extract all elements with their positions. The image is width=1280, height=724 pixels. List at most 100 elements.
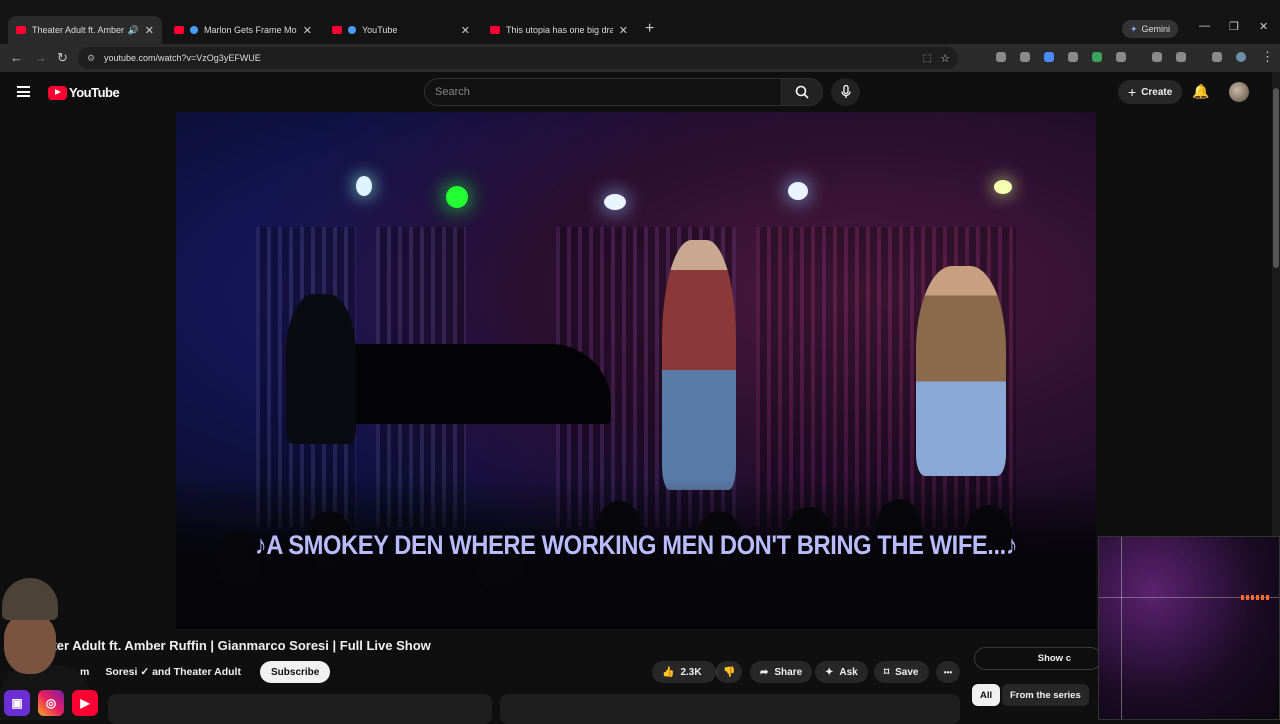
- close-icon[interactable]: ✕: [303, 24, 312, 37]
- show-chat-button[interactable]: Show c: [974, 647, 1102, 670]
- like-button[interactable]: 👍 2.3K: [652, 661, 716, 683]
- dislike-button[interactable]: 👎: [716, 661, 742, 683]
- share-arrow-icon: ➦: [760, 666, 769, 678]
- youtube-icon: [490, 26, 500, 34]
- tab-theater-adult[interactable]: Theater Adult ft. Amber Ru 🔊 ✕: [8, 16, 162, 44]
- youtube-play-icon: [48, 85, 67, 100]
- channel-names[interactable]: Soresi ✓ and Theater Adult: [105, 666, 241, 678]
- ask-label: Ask: [839, 666, 858, 678]
- save-button[interactable]: ⌑ Save: [874, 661, 929, 683]
- more-actions-button[interactable]: •••: [936, 661, 960, 683]
- stage-light: [788, 182, 808, 200]
- stage-light: [446, 186, 468, 208]
- twitch-icon: ▣: [4, 690, 30, 716]
- tab-search-icon[interactable]: [1212, 52, 1222, 62]
- minimize-icon[interactable]: —: [1199, 20, 1210, 32]
- profile-icon[interactable]: [1236, 52, 1246, 62]
- side-panel-icon[interactable]: [1176, 52, 1186, 62]
- browser-tab-bar: Theater Adult ft. Amber Ru 🔊 ✕ Marlon Ge…: [0, 0, 1280, 44]
- browser-menu-icon[interactable]: ⋮: [1261, 49, 1274, 65]
- share-button[interactable]: ➦ Share: [750, 661, 813, 683]
- tab-utopia[interactable]: This utopia has one big drawba ✕: [482, 16, 636, 44]
- audio-indicator-icon: [190, 26, 198, 34]
- tab-youtube[interactable]: YouTube ✕: [324, 16, 478, 44]
- streamer-beanie: [2, 578, 58, 620]
- youtube-icon: [174, 26, 184, 34]
- stage-light: [356, 176, 372, 196]
- seated-performer: [916, 266, 1006, 476]
- gemini-label: Gemini: [1141, 24, 1171, 34]
- youtube-icon: [332, 26, 342, 34]
- microphone-icon: [840, 85, 851, 98]
- pianist: [286, 294, 356, 444]
- thumbs-up-icon: 👍: [662, 666, 675, 678]
- create-button[interactable]: + Create: [1118, 80, 1183, 104]
- tab-title: Theater Adult ft. Amber Ru: [32, 25, 124, 35]
- logo-text: YouTube: [69, 85, 120, 100]
- gemini-icon: ✦: [1130, 23, 1138, 34]
- plus-icon: +: [1128, 84, 1137, 100]
- subscribe-button[interactable]: Subscribe: [260, 661, 331, 683]
- speaker-icon[interactable]: 🔊: [128, 25, 139, 36]
- close-icon[interactable]: ✕: [619, 24, 628, 37]
- tab-title: This utopia has one big drawba: [506, 25, 613, 35]
- ask-button[interactable]: ✦ Ask: [815, 661, 868, 683]
- window-close-icon[interactable]: ✕: [1259, 20, 1268, 33]
- extension-icon[interactable]: [996, 52, 1006, 62]
- close-icon[interactable]: ✕: [461, 24, 470, 37]
- video-player[interactable]: ♪A SMOKEY DEN WHERE WORKING MEN DON'T BR…: [176, 112, 1096, 629]
- tab-marlon[interactable]: Marlon Gets Frame Mogge ✕: [166, 16, 320, 44]
- reload-icon[interactable]: ↻: [57, 50, 68, 66]
- extension-icon[interactable]: [1020, 52, 1030, 62]
- chip-all[interactable]: All: [972, 684, 1001, 706]
- url-text: youtube.com/watch?v=VzOg3yEFWUE: [104, 53, 261, 63]
- bookmark-star-icon[interactable]: ☆: [940, 52, 950, 65]
- search-input[interactable]: Search: [424, 78, 782, 106]
- site-info-icon[interactable]: ⚙: [87, 53, 95, 64]
- streamer-face: [4, 614, 56, 674]
- grand-piano: [351, 344, 611, 424]
- share-label: Share: [774, 666, 803, 678]
- chip-from-the-series[interactable]: From the series: [1002, 684, 1089, 706]
- voice-search-button[interactable]: [831, 78, 860, 106]
- notifications-bell-icon[interactable]: 🔔: [1192, 83, 1209, 100]
- avatar[interactable]: [1229, 82, 1249, 102]
- youtube-social-icon: ▶: [72, 690, 98, 716]
- extension-icon[interactable]: [1044, 52, 1054, 62]
- bookmarks-icon[interactable]: [1152, 52, 1162, 62]
- singer: [662, 240, 736, 490]
- install-icon[interactable]: ⬚: [923, 53, 932, 64]
- stream-webcam-overlay: [1098, 536, 1280, 720]
- url-field[interactable]: ⚙ youtube.com/watch?v=VzOg3yEFWUE ⬚ ☆: [78, 47, 958, 69]
- address-toolbar: ← → ↻ ⚙ youtube.com/watch?v=VzOg3yEFWUE …: [0, 44, 1280, 72]
- scrollbar-thumb[interactable]: [1273, 88, 1279, 268]
- sparkle-icon: ✦: [825, 666, 834, 678]
- youtube-icon: [16, 26, 26, 34]
- stage-light: [994, 180, 1012, 194]
- new-tab-icon[interactable]: +: [645, 20, 654, 38]
- audio-indicator-icon: [348, 26, 356, 34]
- hamburger-menu-icon[interactable]: [17, 86, 30, 97]
- tab-title: Marlon Gets Frame Mogge: [204, 25, 297, 35]
- forward-icon[interactable]: →: [34, 50, 47, 65]
- video-caption: ♪A SMOKEY DEN WHERE WORKING MEN DON'T BR…: [254, 530, 1018, 560]
- youtube-logo[interactable]: YouTube: [48, 85, 120, 100]
- more-dots-icon: •••: [943, 667, 953, 677]
- extension-icon[interactable]: [1092, 52, 1102, 62]
- tab-title: YouTube: [362, 25, 398, 35]
- restore-icon[interactable]: ❐: [1229, 20, 1239, 33]
- save-label: Save: [895, 666, 919, 678]
- search-button[interactable]: [781, 78, 823, 106]
- extension-icon[interactable]: [1068, 52, 1078, 62]
- gemini-button[interactable]: ✦ Gemini: [1122, 20, 1179, 38]
- led-light-strip: [1241, 595, 1271, 600]
- back-icon[interactable]: ←: [10, 50, 23, 65]
- instagram-icon: ◎: [38, 690, 64, 716]
- extensions-puzzle-icon[interactable]: [1116, 52, 1126, 62]
- thumbs-down-icon: 👎: [723, 666, 736, 678]
- bookmark-icon: ⌑: [884, 666, 890, 678]
- overlay-line: [1121, 537, 1122, 719]
- show-chat-label: Show c: [1037, 653, 1071, 664]
- close-icon[interactable]: ✕: [145, 24, 154, 37]
- search-icon: [795, 85, 809, 99]
